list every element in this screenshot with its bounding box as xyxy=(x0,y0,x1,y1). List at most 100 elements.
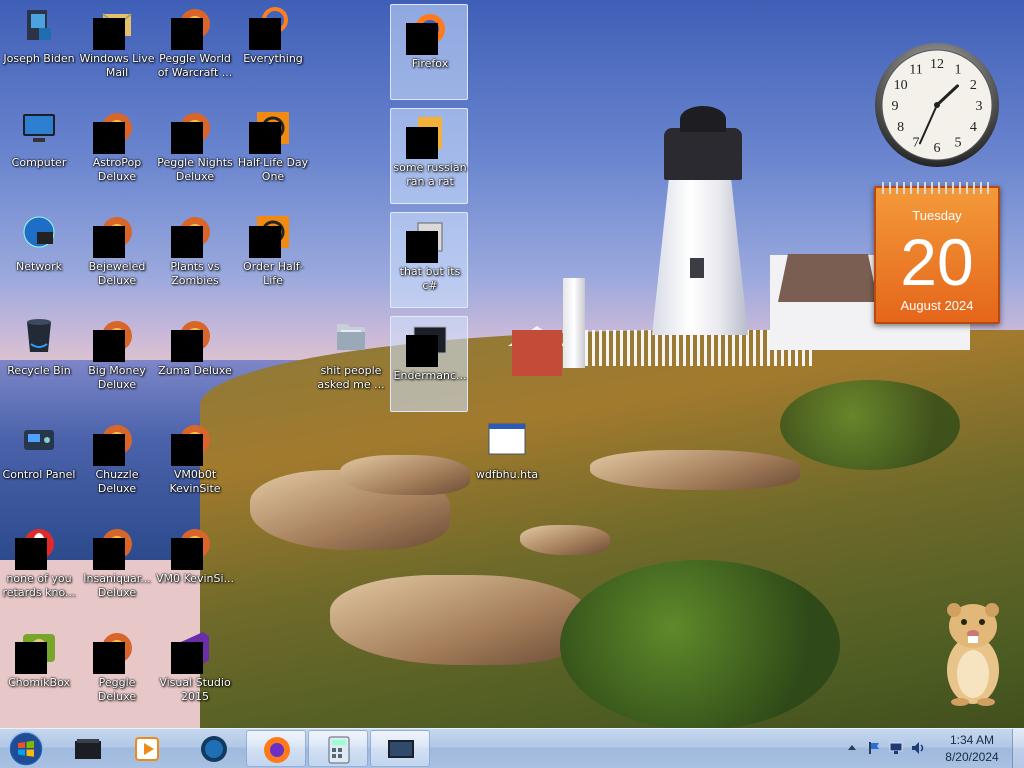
desktop-icon[interactable]: Peggle World of Warcraft ... xyxy=(156,0,234,96)
calendar-gadget[interactable]: Tuesday 20 August 2024 xyxy=(874,182,1000,324)
taskbar-button-globe[interactable] xyxy=(184,730,244,767)
show-desktop-button[interactable] xyxy=(1012,729,1024,768)
redaction-box xyxy=(171,434,203,466)
desktop-icon[interactable]: some russian ran a rat xyxy=(390,108,468,204)
desktop-icon[interactable]: Visual Studio 2015 xyxy=(156,624,234,720)
show-hidden-icons-icon[interactable] xyxy=(844,740,860,756)
desktop-icon-label: Peggle Nights Deluxe xyxy=(157,156,233,183)
desktop-icon-label: none of you retards kno... xyxy=(2,572,76,599)
clock-numeral: 10 xyxy=(894,78,908,93)
redaction-box xyxy=(249,226,281,258)
desktop-icon-label: Peggle World of Warcraft ... xyxy=(157,52,233,79)
desktop-icon[interactable]: Network xyxy=(0,208,78,304)
redaction-box xyxy=(93,122,125,154)
desktop-icon-label: Chuzzle Deluxe xyxy=(95,468,139,495)
desktop-icon[interactable]: Computer xyxy=(0,104,78,200)
calendar-month-year: August 2024 xyxy=(900,298,974,313)
desktop-icon[interactable]: wdfbhu.hta xyxy=(468,416,546,512)
desktop-icon[interactable]: Half-Life Day One xyxy=(234,104,312,200)
system-tray: 1:34 AM 8/20/2024 xyxy=(840,729,1024,768)
desktop-icon[interactable]: Insaniquar... Deluxe xyxy=(78,520,156,616)
windows-logo-icon xyxy=(8,731,44,767)
redaction-box xyxy=(93,538,125,570)
desktop-icon[interactable]: that but its c# xyxy=(390,212,468,308)
desktop-icon[interactable]: Chuzzle Deluxe xyxy=(78,416,156,512)
clock-numeral: 6 xyxy=(934,141,941,156)
wallpaper-lighthouse-lantern xyxy=(664,128,742,180)
recycle-bin-icon xyxy=(19,316,59,356)
redaction-box xyxy=(406,127,438,159)
redaction-box xyxy=(93,330,125,362)
desktop-icon[interactable]: Peggle Deluxe xyxy=(78,624,156,720)
desktop-icon[interactable]: ChomikBox xyxy=(0,624,78,720)
desktop-icon[interactable]: Bejeweled Deluxe xyxy=(78,208,156,304)
taskbar-button-calculator[interactable] xyxy=(308,730,368,767)
desktop-icon-label: Windows Live Mail xyxy=(79,52,155,79)
desktop-icon[interactable]: Order Half-Life xyxy=(234,208,312,304)
desktop-icon[interactable]: shit people asked me ... xyxy=(312,312,390,408)
taskbar-button-firefox[interactable] xyxy=(246,730,306,767)
volume-icon[interactable] xyxy=(910,740,926,756)
desktop-icon[interactable]: VM0b0t KevinSite xyxy=(156,416,234,512)
redaction-box xyxy=(249,18,281,50)
redaction-box xyxy=(93,642,125,674)
redaction-box xyxy=(93,434,125,466)
desktop-icon[interactable]: Windows Live Mail xyxy=(78,0,156,96)
tray-clock-time[interactable]: 1:34 AM xyxy=(932,733,1012,747)
redaction-box xyxy=(406,231,438,263)
start-button[interactable] xyxy=(4,730,48,768)
desktop-icon-label: Joseph Biden xyxy=(3,52,75,65)
taskbar-button-media-player[interactable] xyxy=(118,730,178,767)
redaction-box xyxy=(171,226,203,258)
desktop-icon[interactable]: Zuma Deluxe xyxy=(156,312,234,408)
taskbar-button-monitor[interactable] xyxy=(370,730,430,767)
desktop-icon-label: Control Panel xyxy=(2,468,76,481)
desktop-icon-label: Recycle Bin xyxy=(7,364,71,377)
desktop-icon-label: Everything xyxy=(243,52,303,65)
desktop-icon[interactable]: Control Panel xyxy=(0,416,78,512)
desktop-icon-label: that but its c# xyxy=(399,265,461,292)
tray-clock-date[interactable]: 8/20/2024 xyxy=(932,750,1012,764)
wallpaper-rock xyxy=(330,575,590,665)
desktop-icon-label: Network xyxy=(16,260,62,273)
taskbar-button-folder[interactable] xyxy=(58,730,118,767)
clock-numeral: 5 xyxy=(955,135,962,150)
clock-numeral: 9 xyxy=(892,99,899,114)
desktop-icon[interactable]: none of you retards kno... xyxy=(0,520,78,616)
clock-gadget[interactable]: 12 1 2 3 4 5 6 7 8 9 10 11 xyxy=(874,42,1000,168)
control-panel-icon xyxy=(19,420,59,460)
calendar-weekday: Tuesday xyxy=(912,208,962,223)
desktop-icon-label: Zuma Deluxe xyxy=(158,364,232,377)
clock-numeral: 11 xyxy=(909,63,922,78)
action-center-flag-icon[interactable] xyxy=(866,740,882,756)
desktop-icon-label: some russian ran a rat xyxy=(393,161,467,188)
redaction-box xyxy=(406,335,438,367)
clock-numeral: 1 xyxy=(955,63,962,78)
desktop-icon-label: Big Money Deluxe xyxy=(88,364,146,391)
desktop-icon-label: shit people asked me ... xyxy=(317,364,385,391)
desktop-icon-label: Bejeweled Deluxe xyxy=(88,260,146,287)
desktop-icon[interactable]: Endermanc... xyxy=(390,316,468,412)
redaction-box xyxy=(93,18,125,50)
desktop-icon[interactable]: Firefox xyxy=(390,4,468,100)
desktop-icon[interactable]: Recycle Bin xyxy=(0,312,78,408)
network-status-icon[interactable] xyxy=(888,740,904,756)
desktop-icon[interactable]: Everything xyxy=(234,0,312,96)
desktop-icon-label: VM0b0t KevinSite xyxy=(169,468,221,495)
desktop-icon[interactable]: VM0 KevinSi... xyxy=(156,520,234,616)
desktop-icon-label: Insaniquar... Deluxe xyxy=(83,572,151,599)
desktop-icon-label: Firefox xyxy=(411,57,449,70)
calendar-rings xyxy=(882,182,992,194)
redaction-box xyxy=(171,642,203,674)
desktop-icon[interactable]: Peggle Nights Deluxe xyxy=(156,104,234,200)
calendar-day-number: 20 xyxy=(900,225,974,299)
desktop-icon[interactable]: Joseph Biden xyxy=(0,0,78,96)
hamster-mascot-icon[interactable] xyxy=(940,590,1006,708)
redaction-box xyxy=(406,23,438,55)
wallpaper-bush xyxy=(780,380,960,470)
desktop-icon[interactable]: Plants vs Zombies xyxy=(156,208,234,304)
desktop-icon[interactable]: AstroPop Deluxe xyxy=(78,104,156,200)
desktop-icon[interactable]: Big Money Deluxe xyxy=(78,312,156,408)
wallpaper-lighthouse-window xyxy=(690,258,704,278)
desktop-icon-label: wdfbhu.hta xyxy=(475,468,539,481)
